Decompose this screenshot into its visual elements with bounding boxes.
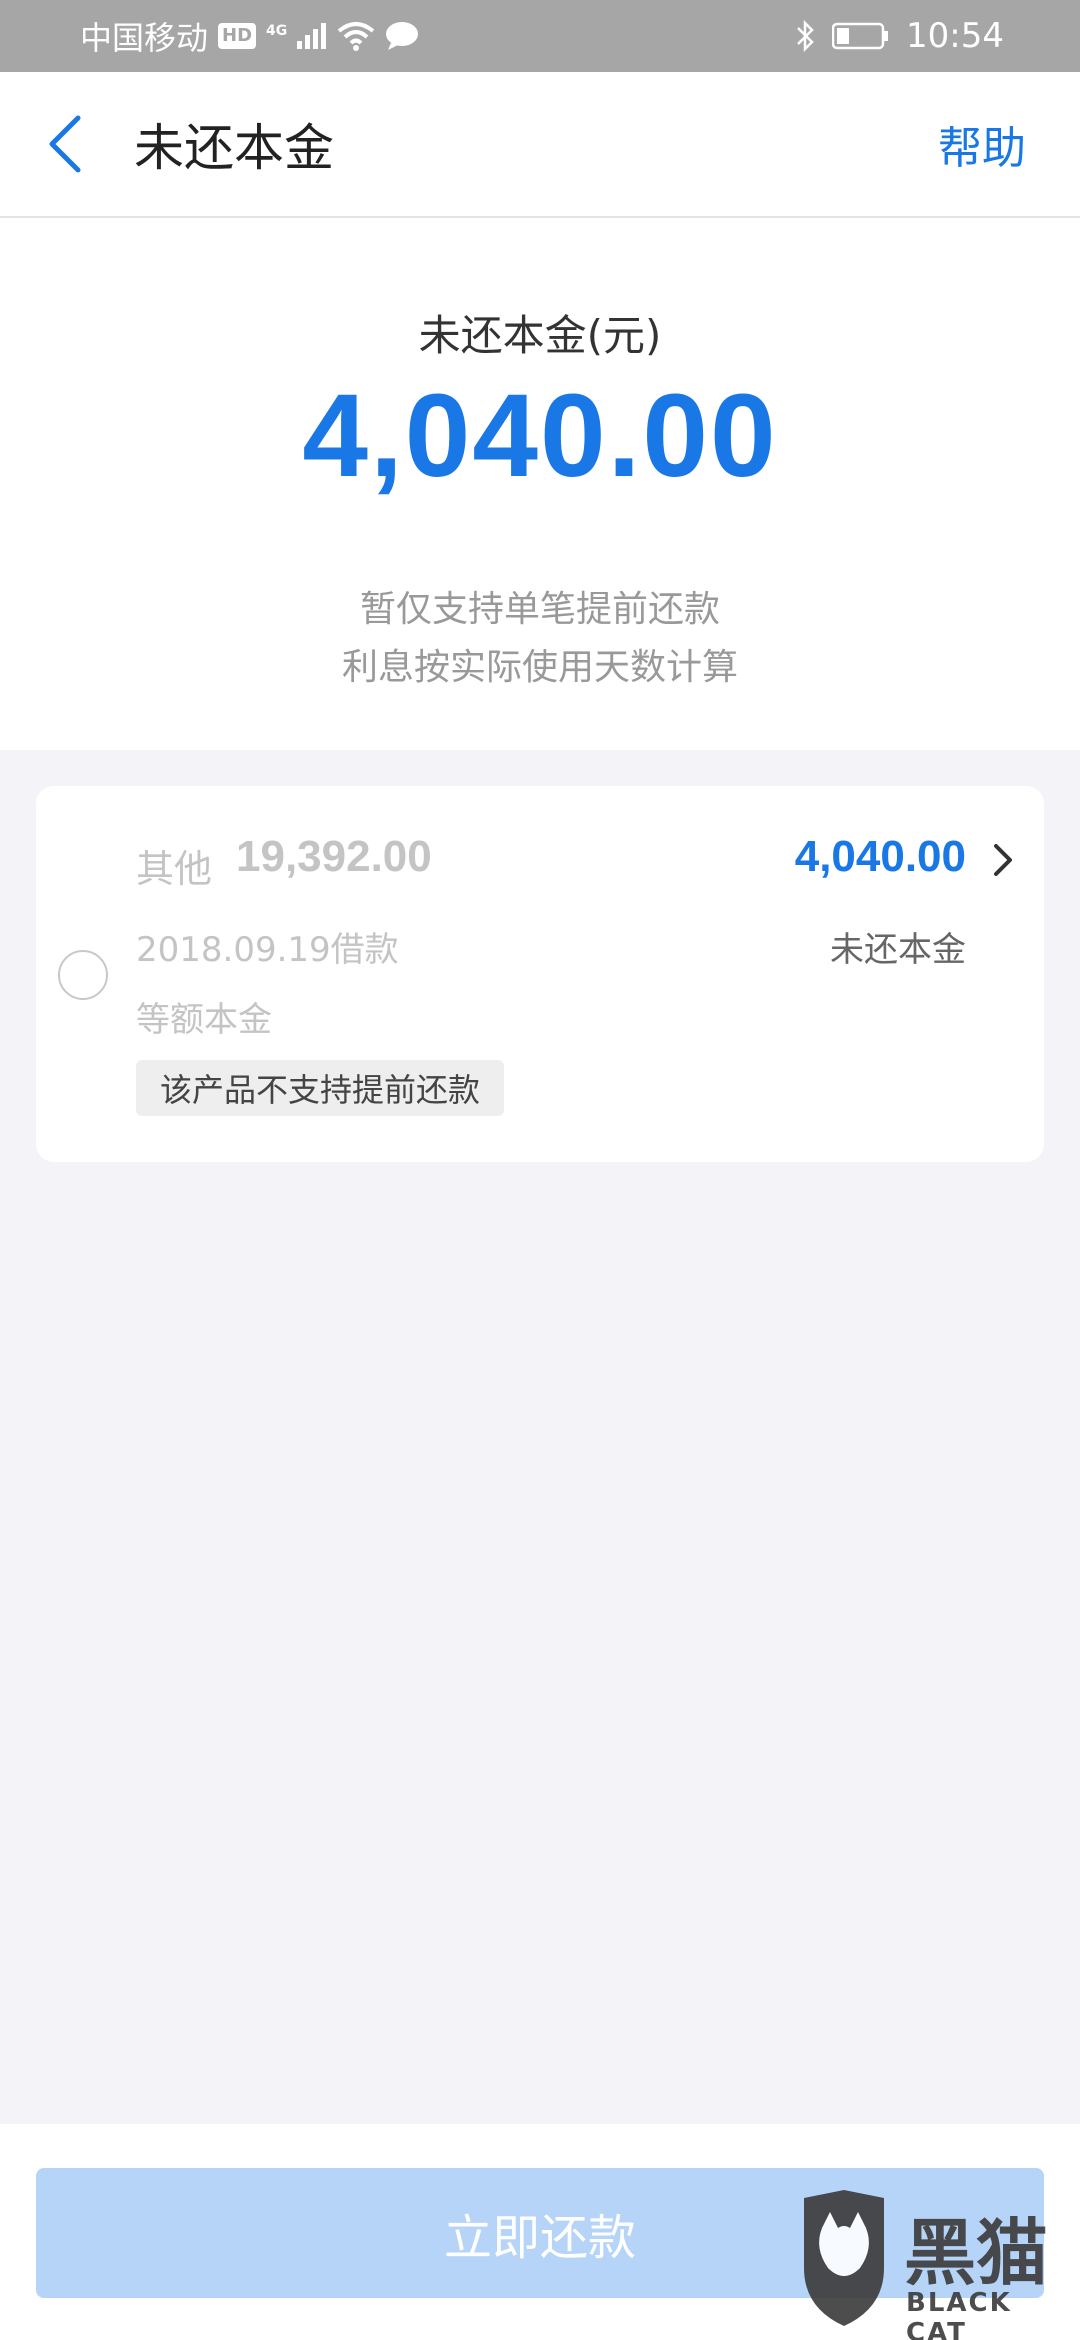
loan-total: 19,392.00	[236, 832, 432, 881]
status-left: 中国移动 HD 4G	[80, 0, 419, 72]
chevron-right-icon	[994, 844, 1012, 876]
bluetooth-icon	[797, 20, 814, 52]
summary-label: 未还本金(元)	[418, 311, 662, 360]
principal-summary: 未还本金(元) 4,040.00 暂仅支持单笔提前还款 利息按实际使用天数计算	[0, 218, 1080, 750]
status-right: 10:54	[796, 0, 1004, 72]
screen: 中国移动 HD 4G 10:54 未还本金 帮助 未还本金(元) 4,040.0…	[0, 0, 1080, 2340]
loan-unpaid-label: 未还本金	[830, 930, 966, 970]
carrier-name: 中国移动	[80, 19, 209, 57]
message-bubble-icon	[386, 22, 419, 50]
signal-icon	[297, 23, 327, 49]
prepayment-unsupported-tag: 该产品不支持提前还款	[136, 1060, 505, 1116]
network-badge: 4G	[266, 23, 288, 39]
summary-note-line1: 暂仅支持单笔提前还款	[359, 589, 720, 630]
help-link[interactable]: 帮助	[938, 72, 1026, 216]
loan-name: 其他	[136, 847, 213, 891]
nav-bar: 未还本金 帮助	[0, 72, 1080, 218]
battery-icon	[832, 22, 889, 50]
back-arrow-icon[interactable]	[44, 114, 88, 174]
status-bar: 中国移动 HD 4G 10:54	[0, 0, 1080, 72]
loan-select-radio[interactable]	[58, 950, 108, 1000]
hd-badge: HD	[218, 23, 257, 49]
loan-card[interactable]: 其他 19,392.00 2018.09.19借款 等额本金 该产品不支持提前还…	[36, 786, 1044, 1162]
summary-amount: 4,040.00	[302, 370, 778, 502]
cat-shield-logo	[804, 2190, 884, 2326]
page-title: 未还本金	[134, 119, 334, 177]
watermark-cn: 黑猫	[904, 2211, 1049, 2295]
repayment-method: 等额本金	[136, 1000, 272, 1040]
loan-date: 2018.09.19借款	[136, 930, 399, 970]
wifi-icon	[337, 22, 375, 51]
loan-unpaid-amount: 4,040.00	[794, 832, 966, 881]
black-cat-watermark: 黑猫 BLACK CAT	[794, 2184, 1074, 2340]
summary-note-line2: 利息按实际使用天数计算	[341, 647, 738, 688]
watermark-en: BLACK CAT	[906, 2288, 1012, 2340]
clock: 10:54	[906, 16, 1004, 56]
